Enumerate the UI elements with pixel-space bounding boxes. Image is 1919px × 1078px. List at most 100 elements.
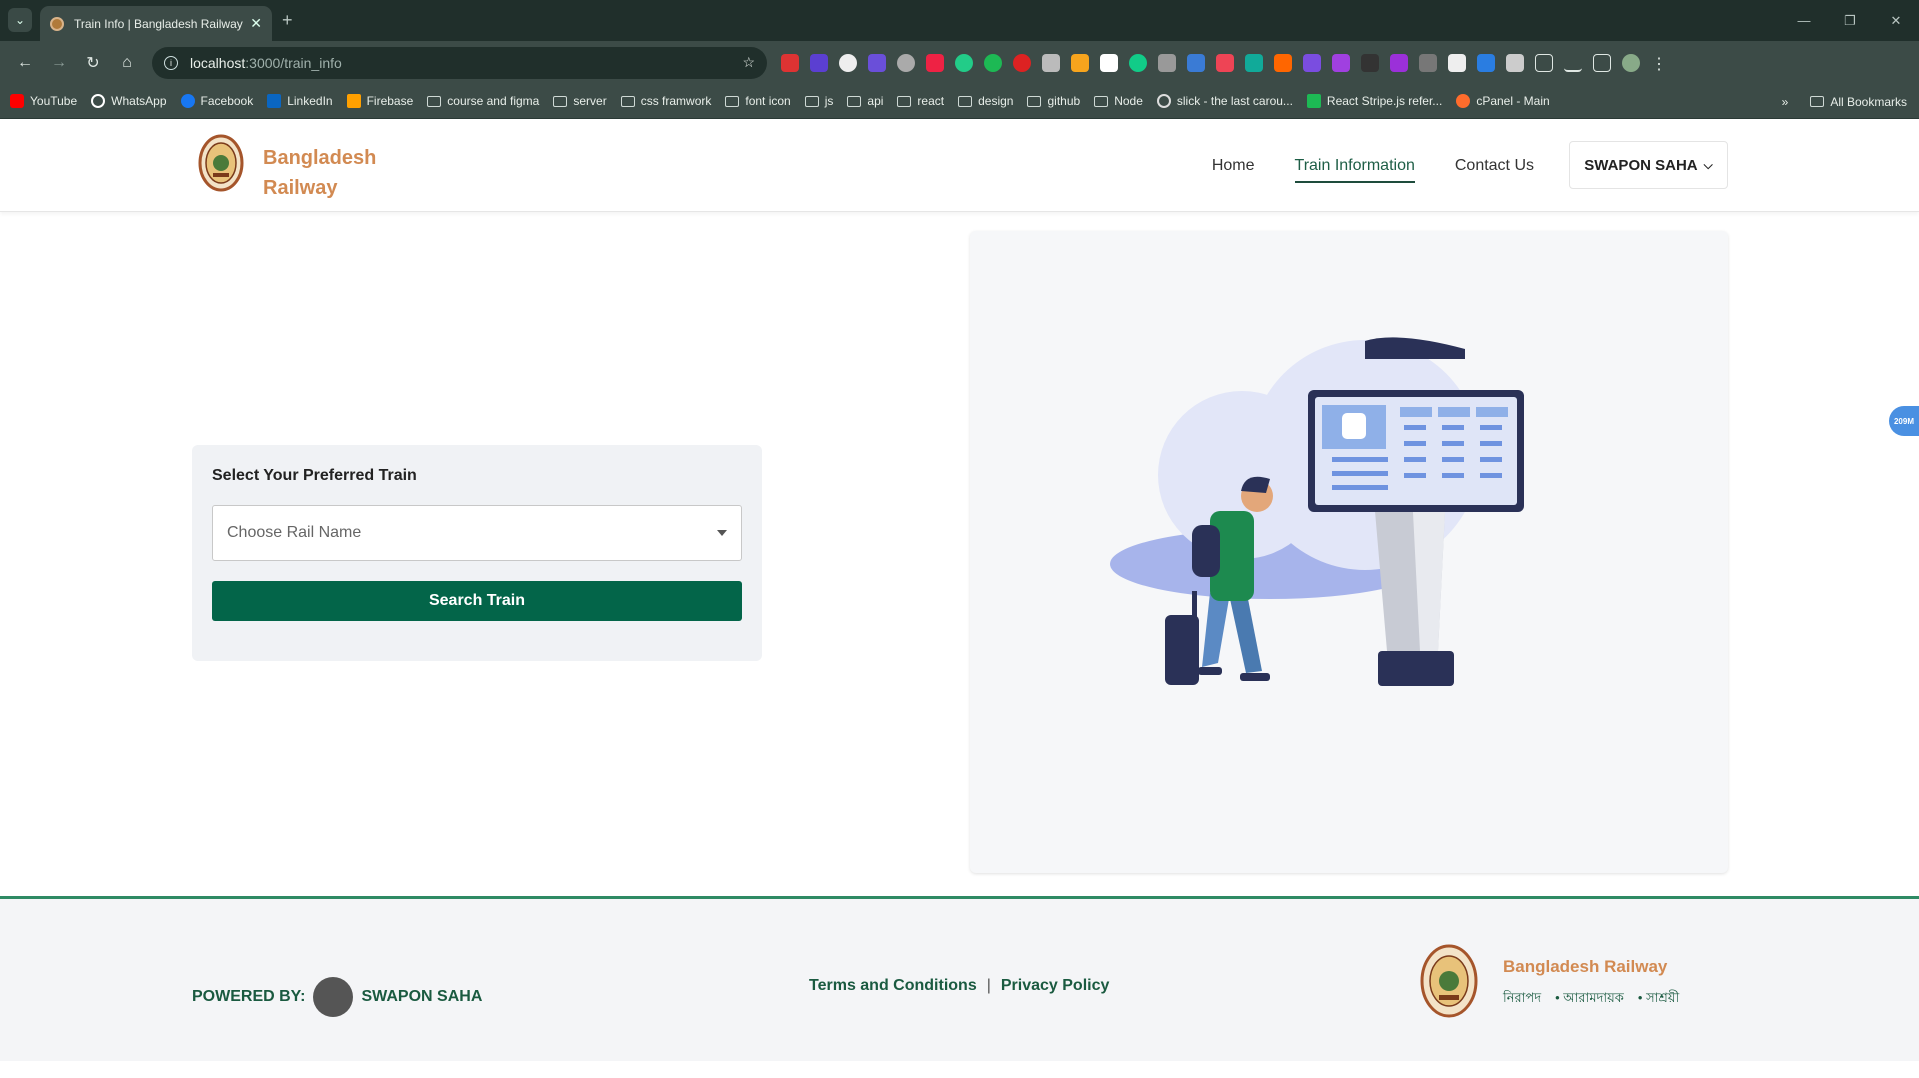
minimize-icon[interactable]: — [1781,0,1827,41]
nav-home[interactable]: Home [1212,157,1255,175]
extension-icon[interactable] [1071,53,1089,72]
nav-contact-us[interactable]: Contact Us [1455,157,1534,175]
bookmark-folder[interactable]: js [804,94,833,108]
profile-avatar-icon[interactable] [1622,53,1640,72]
bookmark-folder[interactable]: css framwork [620,94,711,108]
folder-icon [553,95,568,107]
folder-icon [958,95,973,107]
side-panel-icon[interactable] [1593,53,1611,72]
extension-icon[interactable] [926,53,944,72]
extension-icon[interactable] [1303,53,1321,72]
bookmark-folder[interactable]: course and figma [427,94,539,108]
side-widget-badge[interactable]: 209M [1889,406,1919,436]
extension-icon[interactable] [1419,53,1437,72]
back-icon[interactable]: ← [8,48,42,78]
train-search-panel: Select Your Preferred Train Choose Rail … [192,445,762,661]
forward-icon[interactable]: → [42,48,76,78]
more-bookmarks-button[interactable]: » [1782,95,1789,109]
dropdown-caret-icon [717,530,727,536]
bookmark-folder[interactable]: server [553,94,607,108]
bookmark-folder[interactable]: font icon [725,94,791,108]
bookmarks-right: » All Bookmarks [1782,84,1907,119]
tagline-item: নিরাপদ [1503,990,1542,1005]
folder-icon [1810,96,1825,107]
bookmark-youtube[interactable]: YouTube [10,94,77,108]
bookmark-folder[interactable]: github [1027,94,1080,108]
bookmark-linkedin[interactable]: LinkedIn [267,94,333,108]
privacy-link[interactable]: Privacy Policy [1001,977,1110,995]
address-bar[interactable]: i localhost:3000/train_info ☆ [152,46,767,79]
bookmark-star-icon[interactable]: ☆ [742,54,755,71]
bookmark-facebook[interactable]: Facebook [180,94,253,108]
extension-icon[interactable] [1042,53,1060,72]
extension-icon[interactable] [1158,53,1176,72]
extension-icon[interactable] [839,53,857,72]
bangladesh-railway-logo-icon[interactable] [198,133,244,193]
browser-tabstrip: ⌄ Train Info | Bangladesh Railway ✕ + — … [0,0,1919,41]
nav-train-information[interactable]: Train Information [1294,157,1415,183]
new-tab-button[interactable]: + [282,10,293,31]
folder-icon [725,95,740,107]
extension-icon[interactable] [1216,53,1234,72]
extension-icon[interactable] [1448,53,1466,72]
browser-tab[interactable]: Train Info | Bangladesh Railway ✕ [40,6,272,41]
bookmark-label: api [867,94,884,108]
rail-name-select[interactable]: Choose Rail Name [212,505,742,561]
bookmark-firebase[interactable]: Firebase [346,94,413,108]
url-host: localhost [190,54,246,71]
powered-name[interactable]: SWAPON SAHA [361,988,482,1006]
home-icon[interactable]: ⌂ [110,48,144,78]
bookmark-cpanel[interactable]: cPanel - Main [1456,94,1550,108]
extension-icon[interactable] [1361,53,1379,72]
bookmark-slick[interactable]: slick - the last carou... [1156,94,1293,108]
site-info-icon[interactable]: i [164,55,178,70]
tab-title: Train Info | Bangladesh Railway [74,16,243,31]
url-text: localhost:3000/train_info [190,55,742,71]
extension-icon[interactable] [1013,53,1031,72]
tagline-item: আরামদায়ক [1555,989,1624,1010]
bookmark-folder[interactable]: design [958,94,1013,108]
close-tab-icon[interactable]: ✕ [250,15,262,32]
extension-icon[interactable] [1274,53,1292,72]
menu-kebab-icon[interactable]: ⋮ [1651,54,1667,73]
user-menu-button[interactable]: SWAPON SAHA ⌵ [1569,141,1728,189]
extension-icon[interactable] [1187,53,1205,72]
bookmark-folder[interactable]: api [847,94,883,108]
brand-name[interactable]: Bangladesh Railway [263,143,376,203]
extension-icon[interactable] [897,53,915,72]
tab-search-button[interactable]: ⌄ [8,8,32,32]
restore-icon[interactable]: ❐ [1827,0,1873,41]
extension-icon[interactable] [955,53,973,72]
main-nav: Home Train Information Contact Us [1212,119,1534,212]
url-path: :3000/train_info [245,54,342,71]
all-bookmarks-button[interactable]: All Bookmarks [1810,95,1907,109]
whatsapp-icon [91,94,106,108]
bookmark-folder[interactable]: react [897,94,944,108]
globe-icon [1156,94,1171,108]
search-train-button[interactable]: Search Train [212,581,742,621]
extension-icon[interactable] [1129,53,1147,72]
reload-icon[interactable]: ↻ [76,48,110,78]
close-window-icon[interactable]: ✕ [1873,0,1919,41]
extension-icon[interactable] [1506,53,1524,72]
bookmark-label: github [1047,94,1081,108]
extensions-puzzle-icon[interactable] [1535,53,1553,72]
terms-link[interactable]: Terms and Conditions [809,977,977,995]
illustration-card [970,231,1728,873]
extension-icon[interactable] [1477,53,1495,72]
extension-icon[interactable] [1332,53,1350,72]
download-icon[interactable] [1564,54,1582,72]
bookmark-label: YouTube [30,94,78,108]
extension-icon[interactable] [781,53,799,72]
extension-icon[interactable] [810,53,828,72]
extension-icon[interactable] [1245,53,1263,72]
extension-icon[interactable] [1100,53,1118,72]
extension-icon[interactable] [1390,53,1408,72]
extension-icon[interactable] [984,53,1002,72]
extension-icon[interactable] [868,53,886,72]
bookmark-whatsapp[interactable]: WhatsApp [91,94,167,108]
bookmark-label: LinkedIn [287,94,333,108]
folder-icon [1094,95,1109,107]
bookmark-folder[interactable]: Node [1094,94,1143,108]
bookmark-stripe[interactable]: React Stripe.js refer... [1306,94,1442,108]
